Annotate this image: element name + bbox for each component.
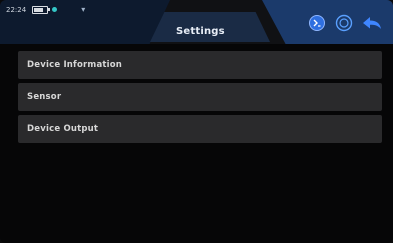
status-icon[interactable] bbox=[308, 14, 326, 32]
list-item-label: Sensor bbox=[27, 92, 62, 102]
settings-list: Device Information Sensor Device Output bbox=[18, 51, 382, 143]
connection-dot-icon bbox=[52, 7, 58, 12]
status-bar: 22:24 ▾ bbox=[6, 5, 85, 14]
page-title: Settings bbox=[176, 26, 225, 37]
back-icon[interactable] bbox=[360, 14, 384, 32]
status-time: 22:24 bbox=[6, 5, 27, 14]
list-item-sensor[interactable]: Sensor bbox=[18, 83, 382, 111]
wifi-icon: ▾ bbox=[81, 5, 86, 14]
battery-icon bbox=[32, 5, 51, 14]
settings-screen: 22:24 ▾ Settings Device Information Sens… bbox=[0, 0, 393, 243]
top-bar: 22:24 ▾ Settings bbox=[0, 0, 393, 44]
list-item-device-information[interactable]: Device Information bbox=[18, 51, 382, 79]
list-item-device-output[interactable]: Device Output bbox=[18, 115, 382, 143]
list-item-label: Device Information bbox=[27, 60, 123, 70]
circle-icon[interactable] bbox=[335, 14, 353, 32]
list-item-label: Device Output bbox=[27, 124, 99, 134]
